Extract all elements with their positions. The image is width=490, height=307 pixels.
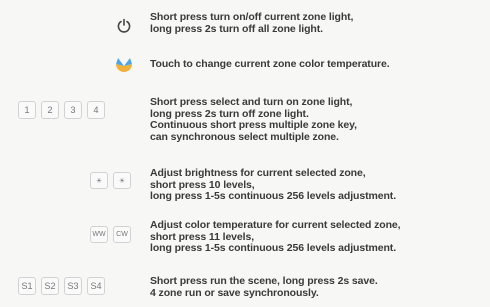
color-wheel-icon	[114, 55, 134, 80]
cct-description: Adjust color temperature for current sel…	[150, 219, 401, 254]
cct-keys: WW CW	[90, 226, 131, 243]
row-color-temperature: Touch to change current zone color tempe…	[0, 54, 490, 80]
brightness-down-button[interactable]: ☀	[90, 172, 108, 189]
zone-keys-description: Short press select and turn on zone ligh…	[150, 96, 357, 143]
row-scenes: S1 S2 S3 S4 Short press run the scene, l…	[0, 274, 490, 302]
power-description: Short press turn on/off current zone lig…	[150, 11, 354, 35]
brightness-keys: ☀ ☀	[90, 172, 131, 189]
zone-key-1[interactable]: 1	[18, 101, 36, 119]
scene-key-2[interactable]: S2	[41, 277, 59, 295]
row-cct: WW CW Adjust color temperature for curre…	[0, 218, 490, 258]
scene-key-1[interactable]: S1	[18, 277, 36, 295]
scene-key-3[interactable]: S3	[64, 277, 82, 295]
warm-white-button[interactable]: WW	[90, 226, 108, 243]
row-zone-keys: 1 2 3 4 Short press select and turn on z…	[0, 95, 490, 147]
scenes-description: Short press run the scene, long press 2s…	[150, 275, 378, 299]
power-icon	[116, 18, 132, 34]
zone-key-2[interactable]: 2	[41, 101, 59, 119]
scene-keys: S1 S2 S3 S4	[18, 277, 105, 295]
cool-white-button[interactable]: CW	[113, 226, 131, 243]
scene-key-4[interactable]: S4	[87, 277, 105, 295]
color-temperature-description: Touch to change current zone color tempe…	[150, 58, 390, 70]
color-wheel-button[interactable]	[114, 57, 134, 77]
zone-key-3[interactable]: 3	[64, 101, 82, 119]
row-brightness: ☀ ☀ Adjust brightness for current select…	[0, 166, 490, 206]
zone-keys: 1 2 3 4	[18, 101, 105, 119]
row-power: Short press turn on/off current zone lig…	[0, 6, 490, 42]
zone-key-4[interactable]: 4	[87, 101, 105, 119]
brightness-description: Adjust brightness for current selected z…	[150, 167, 397, 202]
brightness-up-button[interactable]: ☀	[113, 172, 131, 189]
power-button[interactable]	[116, 18, 132, 34]
